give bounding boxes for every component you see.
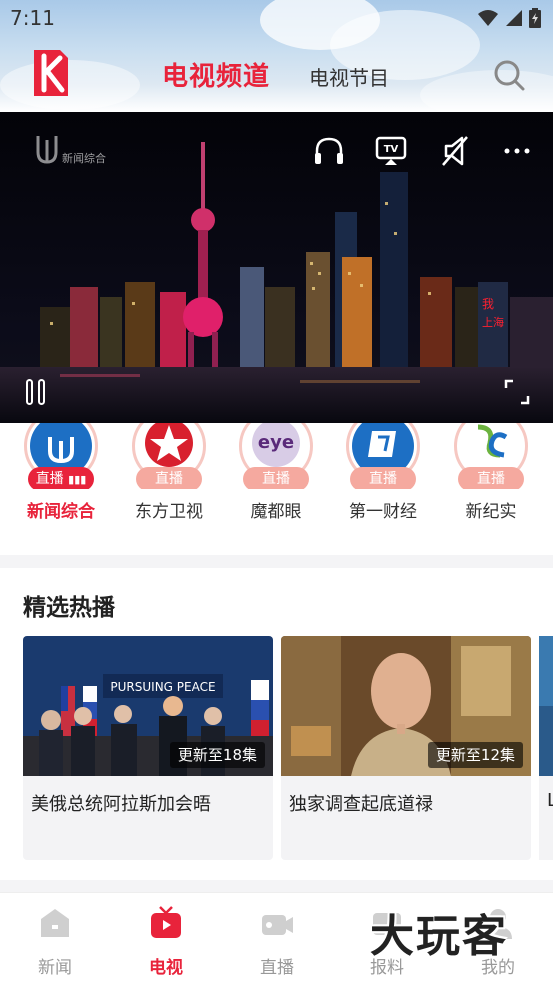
episode-badge: 更新至18集 bbox=[169, 742, 265, 768]
channel-logo: eye 直播 bbox=[237, 423, 315, 489]
channel-item[interactable]: 直播 新纪实 bbox=[446, 423, 536, 522]
camera-icon bbox=[262, 915, 293, 935]
program-card[interactable]: 更新至12集 独家调查起底道禄 bbox=[281, 636, 531, 860]
channel-logo: 直播 bbox=[452, 423, 530, 489]
home-icon bbox=[41, 909, 69, 937]
section-title: 精选热播 bbox=[23, 595, 115, 621]
svg-text:TV: TV bbox=[384, 144, 399, 155]
wifi-icon bbox=[478, 10, 498, 26]
channel-name: 新纪实 bbox=[465, 502, 517, 522]
svg-text:我: 我 bbox=[482, 297, 494, 311]
program-title: 美俄总统阿拉斯加会晤 bbox=[31, 794, 211, 815]
tab-label: 直播 bbox=[260, 958, 294, 978]
svg-text:PURSUING PEACE: PURSUING PEACE bbox=[110, 680, 215, 694]
tab-tv-programs[interactable]: 电视节目 bbox=[309, 62, 389, 91]
channel-watermark-text: 新闻综合 bbox=[62, 152, 106, 165]
channel-name: 东方卫视 bbox=[135, 502, 203, 522]
channel-list: 直播 ▮▮▮ 新闻综合 直播 东方卫视 eye 直播 魔都眼 直播 第一财经 直… bbox=[0, 423, 553, 555]
live-badge: 直播 bbox=[350, 467, 416, 489]
channel-item[interactable]: 直播 ▮▮▮ 新闻综合 bbox=[16, 423, 106, 522]
channel-watermark-logo-icon bbox=[36, 136, 58, 164]
live-badge: 直播 ▮▮▮ bbox=[28, 467, 94, 489]
sea-thumbnail-image bbox=[539, 636, 553, 776]
search-icon[interactable] bbox=[492, 58, 526, 92]
svg-text:上海: 上海 bbox=[482, 315, 504, 329]
program-title: 独家调查起底道禄 bbox=[289, 794, 433, 815]
tab-tv[interactable]: 电视 bbox=[126, 905, 206, 978]
battery-icon bbox=[529, 8, 541, 28]
channel-item[interactable]: 直播 第一财经 bbox=[338, 423, 428, 522]
tab-label: 电视 bbox=[149, 958, 183, 978]
episode-badge: 更新至12集 bbox=[427, 742, 523, 768]
audio-only-icon[interactable] bbox=[312, 134, 346, 168]
more-icon[interactable] bbox=[500, 134, 534, 168]
status-time: 7:11 bbox=[10, 6, 55, 30]
app-logo bbox=[34, 50, 68, 96]
channel-logo: 直播 bbox=[344, 423, 422, 489]
channel-logo: 直播 ▮▮▮ bbox=[22, 423, 100, 489]
featured-section: 精选热播 PURSUING PEACE 更新至18集 美俄总统阿拉斯加会晤 更新… bbox=[0, 568, 553, 880]
fullscreen-icon[interactable] bbox=[502, 377, 532, 407]
live-badge: 直播 bbox=[136, 467, 202, 489]
pause-icon[interactable] bbox=[24, 378, 48, 406]
program-card[interactable]: L bbox=[539, 636, 553, 860]
signal-icon bbox=[506, 10, 522, 26]
svg-text:eye: eye bbox=[258, 432, 294, 453]
live-bars-icon: ▮▮▮ bbox=[68, 473, 87, 486]
channel-name: 新闻综合 bbox=[27, 502, 95, 522]
status-icons bbox=[477, 8, 541, 28]
live-badge: 直播 bbox=[243, 467, 309, 489]
program-card[interactable]: PURSUING PEACE 更新至18集 美俄总统阿拉斯加会晤 bbox=[23, 636, 273, 860]
channel-logo: 直播 bbox=[130, 423, 208, 489]
live-badge: 直播 bbox=[458, 467, 524, 489]
channel-item[interactable]: eye 直播 魔都眼 bbox=[231, 423, 321, 522]
cast-tv-icon[interactable]: TV bbox=[374, 134, 408, 168]
tab-live[interactable]: 直播 bbox=[237, 905, 317, 978]
program-title: L bbox=[547, 790, 553, 811]
header-cloud bbox=[420, 70, 553, 112]
tab-news[interactable]: 新闻 bbox=[15, 905, 95, 978]
site-watermark: 大玩客 bbox=[370, 911, 508, 962]
mute-icon[interactable] bbox=[438, 134, 472, 168]
channel-name: 第一财经 bbox=[349, 502, 417, 522]
channel-item[interactable]: 直播 东方卫视 bbox=[124, 423, 214, 522]
tab-label: 新闻 bbox=[38, 958, 72, 978]
channel-name: 魔都眼 bbox=[250, 502, 302, 522]
tab-tv-channels[interactable]: 电视频道 bbox=[162, 56, 270, 93]
status-bar: 7:11 bbox=[0, 0, 553, 36]
tv-icon bbox=[151, 906, 181, 938]
